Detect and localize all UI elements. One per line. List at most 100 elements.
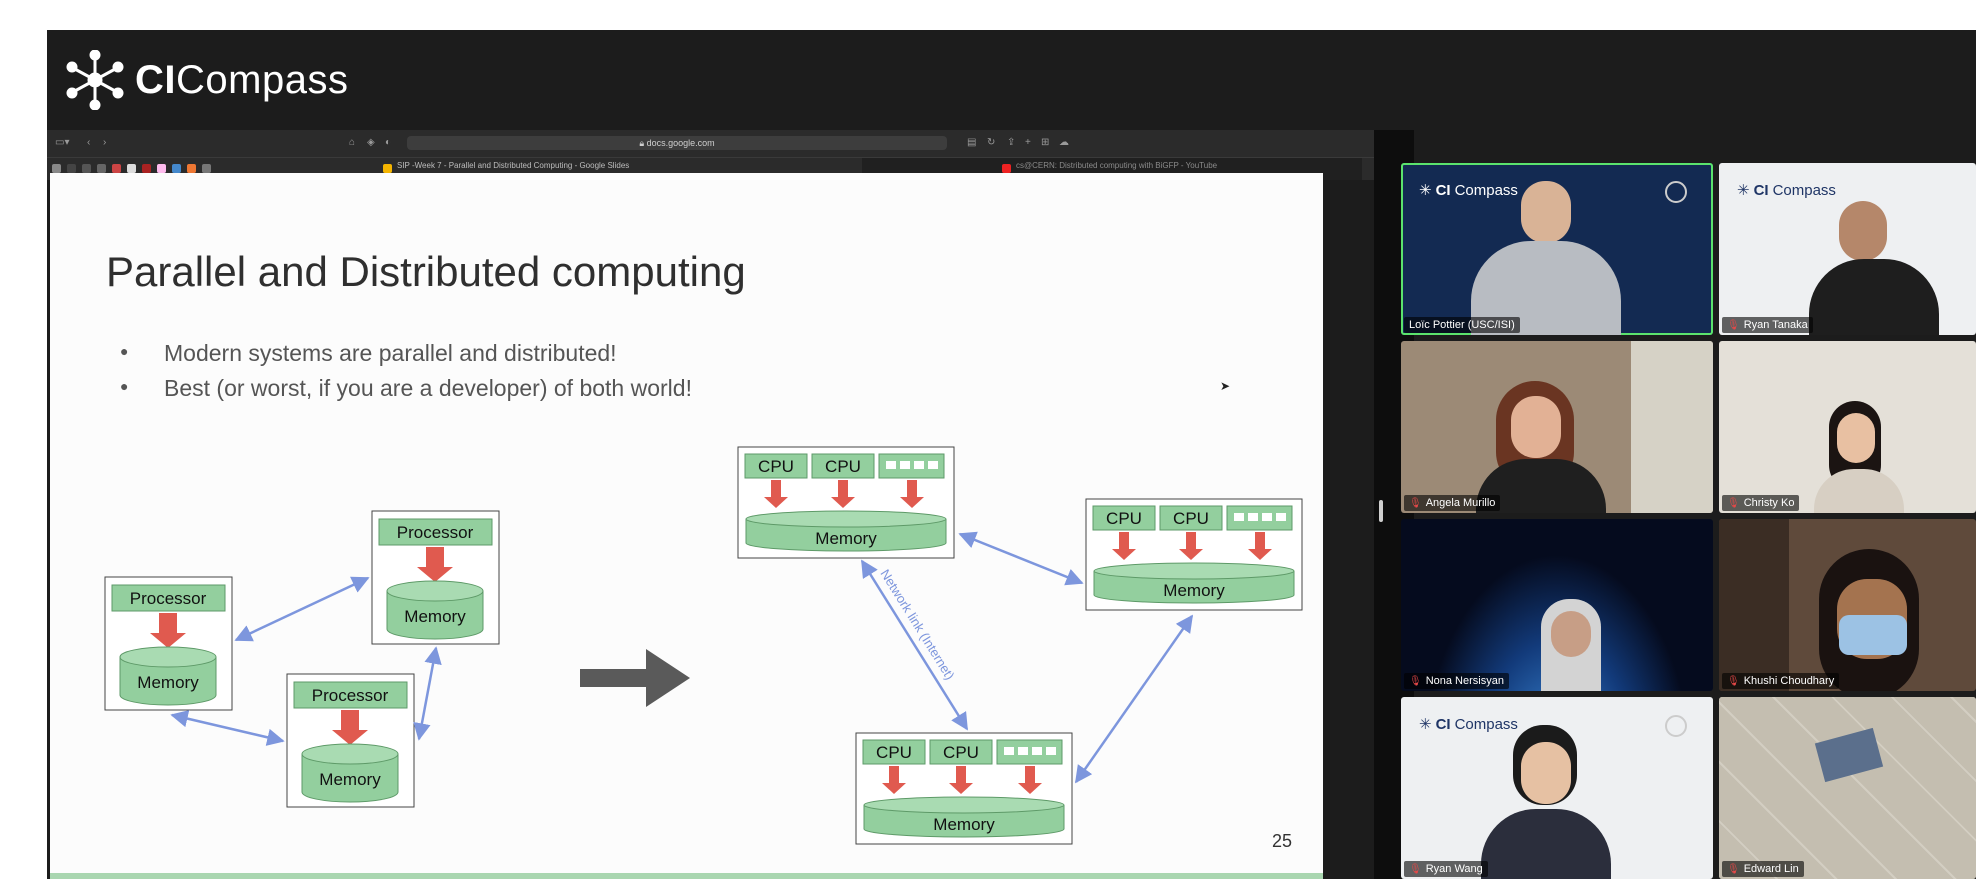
bookmark-favicon[interactable] [97,164,106,173]
mic-muted-icon: 🎙︎ [1727,863,1740,875]
person-head [1521,742,1571,804]
memory-label: Memory [933,815,995,834]
participant-name: 🎙︎ Edward Lin [1722,861,1804,877]
sidebar-icon[interactable]: ▭▾ [55,137,69,149]
participant-tile[interactable]: 🎙︎ Angela Murillo [1401,341,1713,513]
node-top: Processor Memory [371,510,500,645]
bookmark-favicon[interactable] [187,164,196,173]
red-arrow-shaft [159,613,177,633]
youtube-favicon [1002,164,1011,173]
snowflake-icon: ✳ [1419,716,1432,733]
participant-name-text: Ryan Tanaka [1743,319,1808,331]
lock-icon: 🔒︎ [639,138,647,148]
shield-icon[interactable]: ◈ [367,137,375,149]
building-background [1719,519,1789,691]
home-icon[interactable]: ⌂ [349,137,355,149]
forward-icon[interactable]: › [103,137,106,149]
tile-logo-regular: Compass [1454,715,1518,733]
cluster-node-top: CPU CPU Memory [737,446,955,559]
mic-muted-icon: 🎙︎ [1727,675,1740,687]
bookmark-favicon[interactable] [127,164,136,173]
participant-tile[interactable]: 🎙︎ Edward Lin [1719,697,1976,879]
link-arrow [170,710,285,746]
person-head [1551,611,1591,657]
participant-name: Loïc Pottier (USC/ISI) [1404,317,1520,333]
participant-tile[interactable]: ✳ CI Compass 🎙︎ Ryan Wang [1401,697,1713,879]
person-head [1521,181,1571,243]
participant-tile[interactable]: ✳ CI Compass 🎙︎ Ryan Tanaka [1719,163,1976,335]
participant-tile[interactable]: 🎙︎ Nona Nersisyan [1401,519,1713,691]
participant-name-text: Ryan Wang [1425,863,1483,875]
network-link-arrow [860,559,969,731]
link-arrow [234,576,370,642]
privacy-icon[interactable]: ◐ [385,137,391,149]
participant-name: 🎙︎ Ryan Tanaka [1722,317,1813,333]
mouse-cursor-icon: ➤ [1220,379,1231,393]
processor-label: Processor [312,686,389,705]
memory-label: Memory [404,607,466,626]
memory-label: Memory [815,529,877,548]
person-body [1809,259,1939,335]
mic-muted-icon: 🎙︎ [1727,319,1740,331]
bookmark-favicon[interactable] [142,164,151,173]
video-call-stage: CI Compass ▭▾ ‹ › ⌂ ◈ ◐ 🔒︎ docs.google.co… [47,30,1976,879]
participant-name: 🎙︎ Angela Murillo [1404,495,1501,511]
bookmark-favicon[interactable] [157,164,166,173]
person-body [1814,469,1904,513]
logo-bold: CI [135,57,176,102]
share-icon[interactable]: ⇪ [1007,137,1015,149]
tab-label: cs@CERN: Distributed computing with BiGF… [1016,161,1218,170]
transition-arrow-icon [580,649,690,707]
ceiling-tiles-background [1719,697,1976,879]
participant-name-text: Khushi Choudhary [1743,675,1835,687]
cloud-icon[interactable]: ☁ [1059,137,1069,149]
person-head [1837,413,1875,463]
bookmark-favicon[interactable] [202,164,211,173]
slide-footer-bar [50,873,1323,879]
nsf-seal-icon [1665,715,1687,737]
tab-overview-icon[interactable]: ⊞ [1041,137,1049,149]
memory-label: Memory [1163,581,1225,600]
snowflake-icon: ✳ [1419,182,1432,199]
person-head [1839,201,1887,261]
bookmark-favicon[interactable] [67,164,76,173]
tile-logo-regular: Compass [1454,181,1518,199]
mic-muted-icon: 🎙︎ [1409,675,1422,687]
bookmark-favicon[interactable] [112,164,121,173]
resize-handle[interactable] [1379,500,1383,522]
tab-label: SIP -Week 7 - Parallel and Distributed C… [397,161,630,170]
tile-logo-bold: CI [1753,181,1769,199]
address-bar[interactable]: 🔒︎ docs.google.com [407,136,947,150]
participant-tile[interactable]: 🎙︎ Christy Ko [1719,341,1976,513]
bookmark-favicon[interactable] [82,164,91,173]
participant-tile[interactable]: ✳ CI Compass Loïc Pottier (USC/ISI) [1401,163,1713,335]
cpu-label: CPU [1173,509,1209,528]
cluster-node-right: CPU CPU Memory [1085,498,1303,611]
new-tab-icon[interactable]: + [1025,137,1031,149]
back-icon[interactable]: ‹ [87,137,90,149]
participant-name-text: Angela Murillo [1425,497,1496,509]
participant-name-text: Christy Ko [1743,497,1795,509]
cpu-label: CPU [1106,509,1142,528]
reload-icon[interactable]: ↻ [987,137,995,149]
processor-label: Processor [397,523,474,542]
participant-name-text: Edward Lin [1743,863,1799,875]
bookmark-favicon[interactable] [52,164,61,173]
snowflake-icon: ✳ [1737,182,1750,199]
participant-tile[interactable]: 🎙︎ Khushi Choudhary [1719,519,1976,691]
window-background [1631,341,1713,513]
browser-toolbar: ▭▾ ‹ › ⌂ ◈ ◐ 🔒︎ docs.google.com ▤ ↻ ⇪ + … [47,130,1374,158]
participant-name: 🎙︎ Christy Ko [1722,495,1800,511]
reader-icon[interactable]: ▤ [967,137,976,149]
participant-name: 🎙︎ Nona Nersisyan [1404,673,1509,689]
participant-name: 🎙︎ Ryan Wang [1404,861,1488,877]
participant-name-text: Loïc Pottier (USC/ISI) [1409,319,1515,331]
tile-cicompass-logo: ✳ CI Compass [1419,715,1518,734]
cpu-label: CPU [876,743,912,762]
bookmark-favicon[interactable] [172,164,181,173]
person-body [1481,809,1611,879]
cpu-label: CPU [825,457,861,476]
tile-cicompass-logo: ✳ CI Compass [1737,181,1836,200]
cpu-label: CPU [943,743,979,762]
link-arrow [413,646,442,741]
